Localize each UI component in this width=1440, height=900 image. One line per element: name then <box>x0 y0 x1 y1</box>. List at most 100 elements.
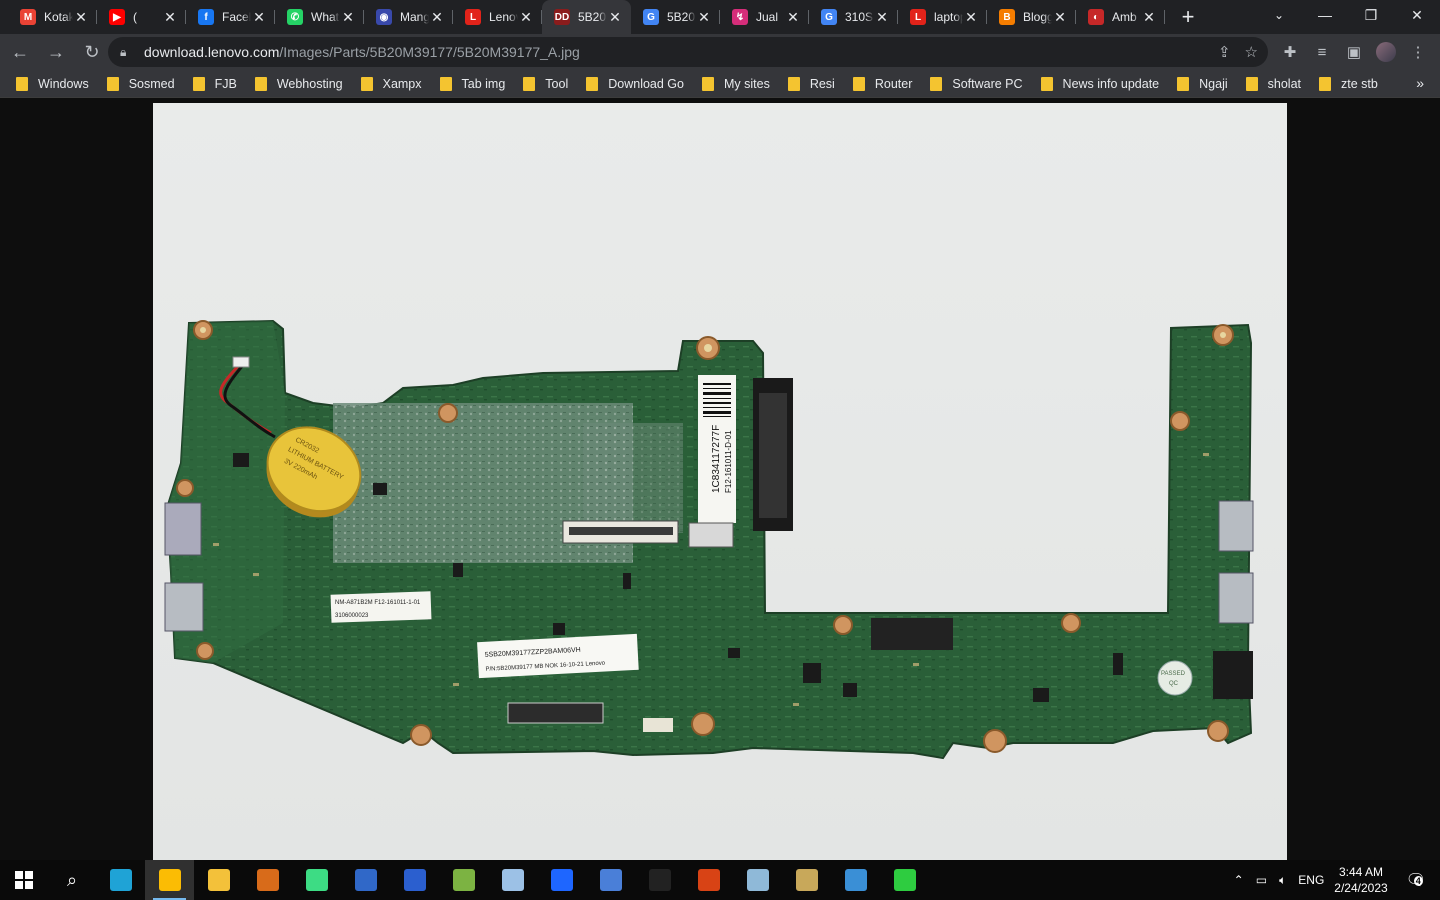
tab-search-icon[interactable]: ⌄ <box>1265 4 1293 26</box>
bookmark-folder[interactable]: sholat <box>1245 76 1301 91</box>
taskbar-app[interactable] <box>488 860 537 900</box>
browser-tab[interactable]: Llaptop✕ <box>898 0 987 34</box>
browser-tab[interactable]: ▶ (✕ <box>97 0 186 34</box>
bookmark-folder[interactable]: Download Go <box>586 76 684 91</box>
taskbar-app[interactable] <box>439 860 488 900</box>
browser-tab[interactable]: DD 5B20M39177✕ <box>542 0 631 34</box>
language-indicator[interactable]: ENG <box>1298 873 1324 887</box>
bukalapak-icon: ↯ <box>732 9 748 25</box>
taskbar-app[interactable] <box>537 860 586 900</box>
bookmark-folder[interactable]: zte stb <box>1319 76 1378 91</box>
taskbar-app[interactable] <box>733 860 782 900</box>
close-tab-icon[interactable]: ✕ <box>1052 9 1068 26</box>
close-tab-icon[interactable]: ✕ <box>73 9 89 26</box>
close-tab-icon[interactable]: ✕ <box>429 9 445 26</box>
browser-tab[interactable]: G 310S ✕ <box>809 0 898 34</box>
bookmark-folder[interactable]: Router <box>852 76 912 91</box>
bookmark-folder[interactable]: Ngaji <box>1177 76 1228 91</box>
bookmark-folder[interactable]: Tool <box>523 76 569 91</box>
new-tab-button[interactable]: + <box>1171 0 1205 34</box>
bookmark-folder[interactable]: Xampx <box>360 76 422 91</box>
forward-arrow-icon[interactable]: → <box>40 36 72 68</box>
folder-icon <box>192 76 205 91</box>
share-icon[interactable]: ⇪ <box>1218 43 1231 61</box>
browser-tab[interactable]: G 5B20 ✕ <box>631 0 720 34</box>
close-tab-icon[interactable]: ✕ <box>251 9 267 26</box>
taskbar-app[interactable] <box>243 860 292 900</box>
close-tab-icon[interactable]: ✕ <box>785 9 801 26</box>
side-panel-icon[interactable]: ▣ <box>1340 38 1368 66</box>
browser-tab[interactable]: B Blogger✕ <box>987 0 1076 34</box>
browser-tab[interactable]: ✆ WhatsApp✕ <box>275 0 364 34</box>
notification-icon[interactable]: 🗨︎4 <box>1406 870 1426 890</box>
bookmark-folder[interactable]: Software PC <box>930 76 1023 91</box>
url-text[interactable]: download.lenovo.com/Images/Parts/5B20M39… <box>144 44 580 60</box>
volume-icon[interactable]: 🔈︎ <box>1279 873 1286 888</box>
bookmark-folder[interactable]: Resi <box>787 76 835 91</box>
back-arrow-icon[interactable]: ← <box>4 36 36 68</box>
close-tab-icon[interactable]: ✕ <box>162 9 178 26</box>
close-tab-icon[interactable]: ✕ <box>607 9 623 26</box>
address-bar[interactable]: 🔒︎ download.lenovo.com/Images/Parts/5B20… <box>108 37 1268 67</box>
bookmark-folder[interactable]: Webhosting <box>254 76 343 91</box>
taskbar-app[interactable] <box>635 860 684 900</box>
tab-title: 310S <box>845 10 874 24</box>
close-tab-icon[interactable]: ✕ <box>340 9 356 26</box>
bookmark-folder[interactable]: My sites <box>701 76 770 91</box>
browser-tab[interactable]: f Facebook✕ <box>186 0 275 34</box>
taskbar-app[interactable] <box>292 860 341 900</box>
image-viewer: CR2032 LITHIUM BATTERY 3V 220mAh 1C83411… <box>0 98 1440 860</box>
folder-icon <box>16 76 28 91</box>
close-tab-icon[interactable]: ✕ <box>696 9 712 26</box>
bookmark-label: My sites <box>723 76 770 91</box>
minimize-button[interactable]: — <box>1302 0 1348 30</box>
browser-tab[interactable]: M Kotak ✕ <box>8 0 97 34</box>
profile-avatar[interactable] <box>1376 42 1396 62</box>
bookmarks-overflow-icon[interactable]: » <box>1416 75 1424 91</box>
lock-icon[interactable]: 🔒︎ <box>120 45 136 60</box>
bookmark-star-icon[interactable]: ☆ <box>1245 43 1258 61</box>
close-tab-icon[interactable]: ✕ <box>963 9 979 26</box>
close-tab-icon[interactable]: ✕ <box>874 9 890 26</box>
bookmark-label: Software PC <box>952 76 1023 91</box>
taskbar-app[interactable] <box>880 860 929 900</box>
close-window-button[interactable]: ✕ <box>1394 0 1440 30</box>
taskbar-app[interactable] <box>145 860 194 900</box>
chevron-up-icon[interactable]: ⌃ <box>1234 873 1244 887</box>
clock[interactable]: 3:44 AM 2/24/2023 <box>1334 864 1387 896</box>
start-button[interactable] <box>0 860 48 900</box>
app-icon-9 <box>844 869 867 891</box>
bookmark-folder[interactable]: Tab img <box>439 76 505 91</box>
bookmark-folder[interactable]: FJB <box>192 76 237 91</box>
taskbar-app[interactable] <box>782 860 831 900</box>
bookmark-folder[interactable]: Windows <box>16 76 89 91</box>
extensions-puzzle-icon[interactable]: ✚ <box>1276 38 1304 66</box>
taskbar-app[interactable] <box>96 860 145 900</box>
restore-button[interactable]: ❐ <box>1348 0 1394 30</box>
search-icon[interactable]: ⌕ <box>48 860 96 900</box>
taskbar-app[interactable] <box>586 860 635 900</box>
taskbar-app[interactable] <box>341 860 390 900</box>
menu-kebab-icon[interactable]: ⋮ <box>1404 38 1432 66</box>
bookmark-folder[interactable]: News info update <box>1040 76 1159 91</box>
bookmark-label: Tool <box>545 76 569 91</box>
bookmark-label: Windows <box>38 76 89 91</box>
lenovo-icon: L <box>910 9 926 25</box>
browser-tab[interactable]: ◐ Amb ✕ <box>1076 0 1165 34</box>
taskbar-app[interactable] <box>831 860 880 900</box>
bookmarks-bar: Windows Sosmed FJB Webhosting Xampx Tab img To… <box>0 70 1440 98</box>
network-icon[interactable]: ▭ <box>1256 873 1267 887</box>
bookmark-folder[interactable]: Sosmed <box>106 76 175 91</box>
reload-icon[interactable]: ↻ <box>76 36 108 68</box>
browser-tab[interactable]: ↯ Jual ✕ <box>720 0 809 34</box>
taskbar-app[interactable] <box>194 860 243 900</box>
media-control-icon[interactable]: ≡ <box>1308 38 1336 66</box>
google-icon: G <box>643 9 659 25</box>
close-tab-icon[interactable]: ✕ <box>518 9 534 26</box>
close-tab-icon[interactable]: ✕ <box>1141 9 1157 26</box>
browser-tab[interactable]: L Lenovo✕ <box>453 0 542 34</box>
browser-tab[interactable]: ◉ Manga✕ <box>364 0 453 34</box>
taskbar-app[interactable] <box>684 860 733 900</box>
folder-icon <box>787 76 800 91</box>
taskbar-app[interactable] <box>390 860 439 900</box>
